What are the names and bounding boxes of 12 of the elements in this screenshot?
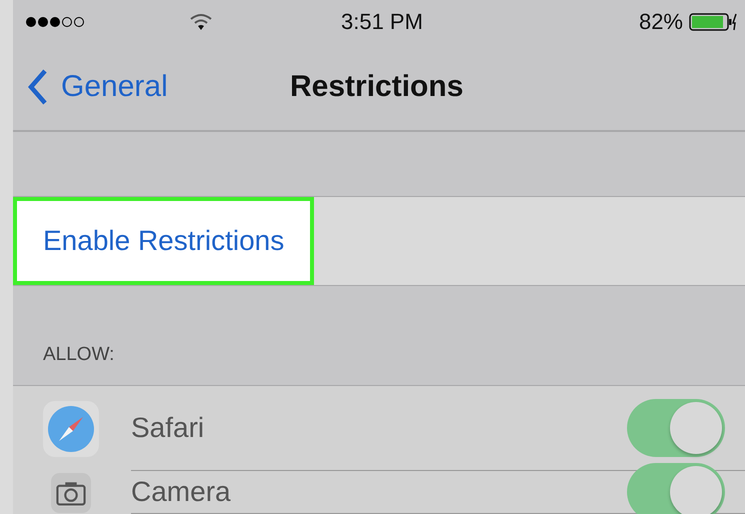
- row-label: Camera: [131, 476, 231, 508]
- enable-restrictions-button[interactable]: Enable Restrictions: [13, 197, 314, 286]
- row-label: Safari: [131, 412, 204, 444]
- battery-percent: 82%: [638, 9, 683, 36]
- toggle-switch[interactable]: [627, 463, 725, 514]
- status-time: 3:51 PM: [341, 9, 423, 36]
- wifi-icon: [189, 13, 213, 32]
- battery-icon: [689, 13, 737, 32]
- compass-icon: [43, 400, 99, 456]
- chevron-left-icon: [27, 68, 49, 106]
- nav-title: Restrictions: [290, 70, 464, 104]
- back-button[interactable]: General: [13, 68, 168, 106]
